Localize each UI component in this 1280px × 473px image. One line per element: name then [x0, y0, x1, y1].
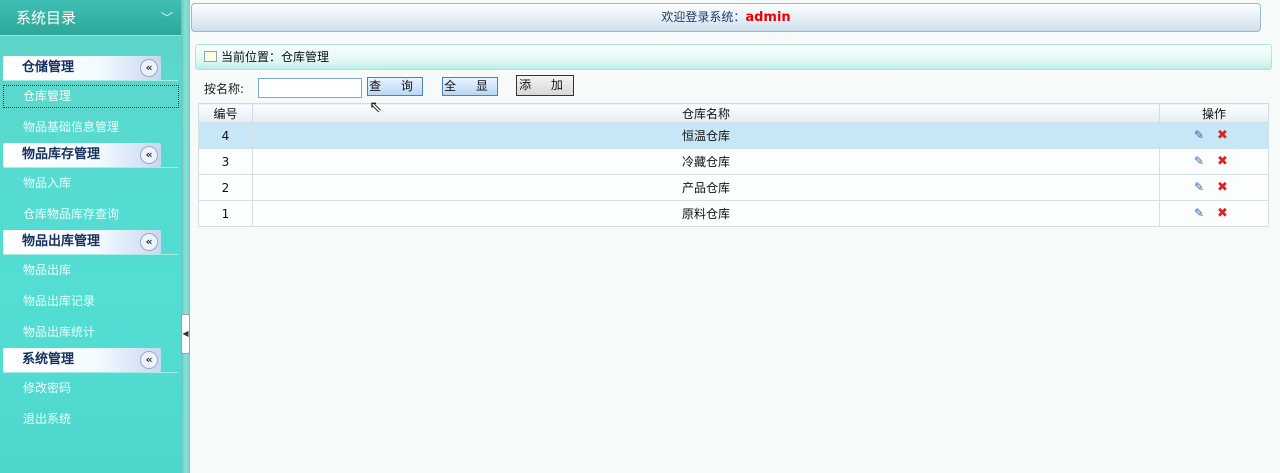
delete-icon[interactable]: ✖ — [1217, 180, 1228, 195]
divider — [3, 80, 178, 81]
sidebar-item-stock-query[interactable]: 仓库物品库存查询 — [0, 199, 181, 230]
menu-group-system: 系统管理 « 修改密码 退出系统 — [0, 348, 181, 435]
show-all-button[interactable]: 全 显 — [442, 77, 498, 96]
pencil-icon[interactable]: ✎ — [1194, 128, 1214, 142]
search-input[interactable] — [258, 78, 362, 98]
delete-icon[interactable]: ✖ — [1217, 206, 1228, 221]
welcome-text: 欢迎登录系统： — [661, 10, 746, 24]
pencil-icon[interactable]: ✎ — [1194, 180, 1214, 194]
collapse-icon[interactable]: « — [140, 233, 158, 251]
cell-name: 原料仓库 — [252, 200, 1160, 227]
menu-group-warehouse: 仓储管理 « 仓库管理 物品基础信息管理 — [0, 56, 181, 143]
sidebar-header: 系统目录 ﹀ — [0, 0, 181, 36]
sidebar-item-stock-out-stats[interactable]: 物品出库统计 — [0, 317, 181, 348]
table-row[interactable]: 4 恒温仓库 ✎ ✖ — [198, 122, 1269, 149]
breadcrumb-text: 当前位置：仓库管理 — [221, 50, 330, 64]
collapse-sidebar-handle[interactable]: ◀ — [181, 314, 190, 354]
cell-name: 产品仓库 — [252, 174, 1160, 201]
cell-ops: ✎ ✖ — [1159, 122, 1269, 149]
cell-ops: ✎ ✖ — [1159, 200, 1269, 227]
menu-group-outbound: 物品出库管理 « 物品出库 物品出库记录 物品出库统计 — [0, 230, 181, 348]
collapse-icon[interactable]: « — [140, 351, 158, 369]
pencil-icon[interactable]: ✎ — [1194, 206, 1214, 220]
document-icon — [204, 51, 217, 62]
group-title-outbound[interactable]: 物品出库管理 « — [3, 230, 161, 254]
welcome-bar: 欢迎登录系统：admin — [191, 3, 1261, 32]
breadcrumb: 当前位置：仓库管理 — [195, 44, 1272, 70]
group-title-warehouse[interactable]: 仓储管理 « — [3, 56, 161, 80]
column-header-ops: 操作 — [1159, 103, 1269, 123]
column-header-name: 仓库名称 — [252, 103, 1160, 123]
collapse-icon[interactable]: « — [140, 146, 158, 164]
mouse-cursor-icon: ⇖ — [369, 97, 383, 116]
splitter[interactable] — [181, 0, 190, 473]
sidebar-item-logout[interactable]: 退出系统 — [0, 404, 181, 435]
sidebar-item-stock-out[interactable]: 物品出库 — [0, 255, 181, 286]
delete-icon[interactable]: ✖ — [1217, 154, 1228, 169]
warehouse-table: 编号 仓库名称 操作 4 恒温仓库 ✎ ✖ 3 冷藏仓库 ✎ ✖ 2 产品仓库 ✎ ✖… — [198, 103, 1269, 227]
sidebar-title: 系统目录 — [16, 9, 77, 27]
cell-id: 2 — [198, 174, 253, 201]
cell-id: 4 — [198, 122, 253, 149]
table-row[interactable]: 2 产品仓库 ✎ ✖ — [198, 174, 1269, 201]
cell-ops: ✎ ✖ — [1159, 174, 1269, 201]
query-button[interactable]: 查 询 — [367, 77, 423, 96]
sidebar-item-change-password[interactable]: 修改密码 — [0, 373, 181, 404]
table-row[interactable]: 3 冷藏仓库 ✎ ✖ — [198, 148, 1269, 175]
sidebar-item-item-basic-info[interactable]: 物品基础信息管理 — [0, 112, 181, 143]
column-header-id: 编号 — [198, 103, 253, 123]
username: admin — [745, 10, 791, 25]
sidebar-item-stock-in[interactable]: 物品入库 — [0, 168, 181, 199]
sidebar: 系统目录 ﹀ 仓储管理 « 仓库管理 物品基础信息管理 物品库存管理 « 物品入… — [0, 0, 181, 473]
cell-name: 冷藏仓库 — [252, 148, 1160, 175]
sidebar-item-warehouse-management[interactable]: 仓库管理 — [3, 85, 179, 108]
group-title-inventory[interactable]: 物品库存管理 « — [3, 143, 161, 167]
menu-group-inventory: 物品库存管理 « 物品入库 仓库物品库存查询 — [0, 143, 181, 230]
delete-icon[interactable]: ✖ — [1217, 128, 1228, 143]
pencil-icon[interactable]: ✎ — [1194, 154, 1214, 168]
sidebar-item-stock-out-records[interactable]: 物品出库记录 — [0, 286, 181, 317]
table-header-row: 编号 仓库名称 操作 — [198, 103, 1269, 123]
cell-id: 3 — [198, 148, 253, 175]
add-button[interactable]: 添 加 — [516, 75, 574, 96]
cell-ops: ✎ ✖ — [1159, 148, 1269, 175]
group-title-system[interactable]: 系统管理 « — [3, 348, 161, 372]
table-row[interactable]: 1 原料仓库 ✎ ✖ — [198, 200, 1269, 227]
cell-id: 1 — [198, 200, 253, 227]
search-label: 按名称: — [204, 82, 245, 96]
chevron-down-icon[interactable]: ﹀ — [161, 0, 173, 36]
collapse-icon[interactable]: « — [140, 59, 158, 77]
cell-name: 恒温仓库 — [252, 122, 1160, 149]
